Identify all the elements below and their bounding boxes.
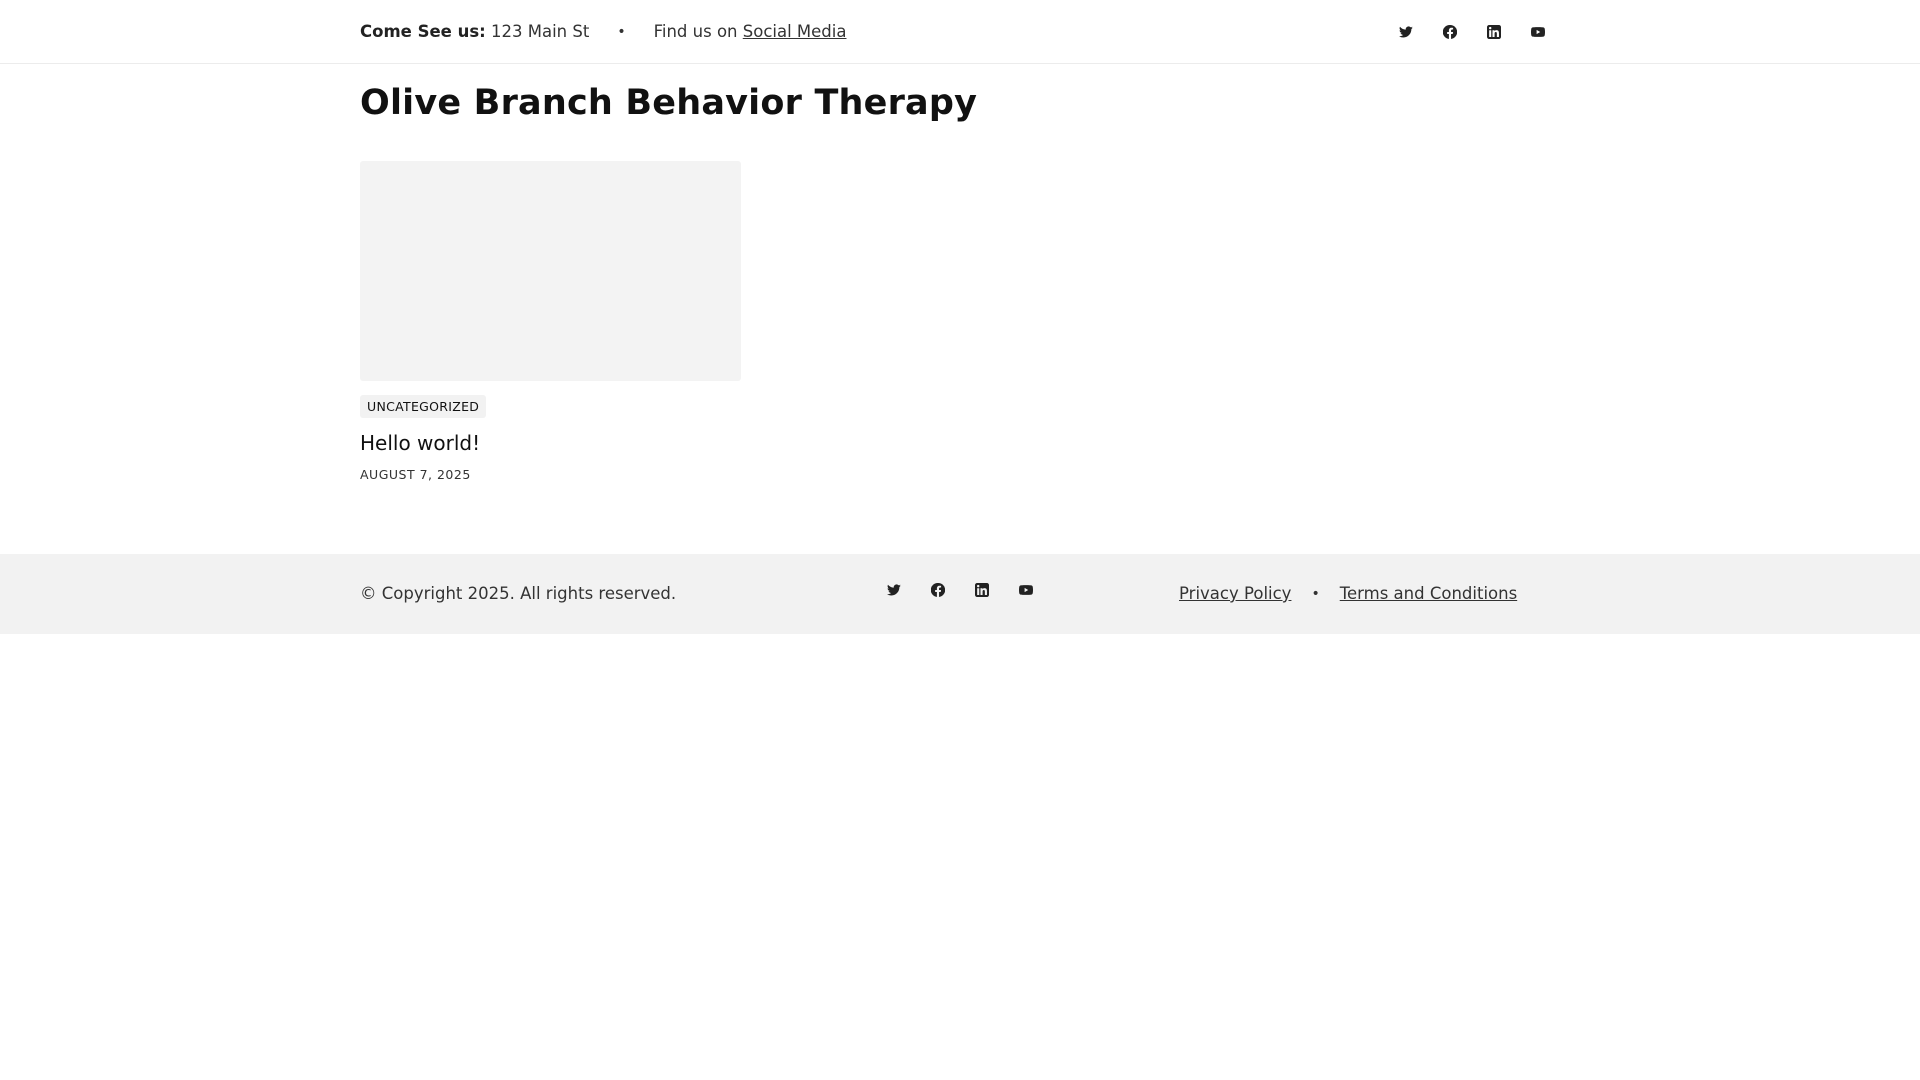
terms-link[interactable]: Terms and Conditions [1340, 554, 1517, 634]
linkedin-icon[interactable] [960, 568, 1004, 612]
post-card: UNCATEGORIZED Hello world! AUGUST 7, 202… [360, 161, 741, 482]
post-category-badge[interactable]: UNCATEGORIZED [360, 395, 487, 418]
youtube-icon[interactable] [1516, 10, 1560, 54]
header-social-icons [1384, 0, 1560, 63]
twitter-icon[interactable] [872, 568, 916, 612]
site-title[interactable]: Olive Branch Behavior Therapy [360, 64, 1560, 124]
address-label: Come See us: [360, 22, 486, 41]
separator-bullet: • [1311, 586, 1320, 602]
youtube-icon[interactable] [1004, 568, 1048, 612]
separator-bullet: • [617, 23, 626, 40]
post-thumbnail[interactable] [360, 161, 741, 381]
top-bar-info: Come See us: 123 Main St • Find us on So… [360, 22, 846, 41]
post-title[interactable]: Hello world! [360, 431, 741, 455]
footer: © Copyright 2025. All rights reserved. P… [0, 554, 1920, 634]
social-prefix: Find us on [653, 22, 738, 41]
post-date: AUGUST 7, 2025 [360, 467, 471, 482]
facebook-icon[interactable] [916, 568, 960, 612]
main-content: Olive Branch Behavior Therapy UNCATEGORI… [360, 64, 1560, 482]
copyright-text: © Copyright 2025. All rights reserved. [360, 584, 677, 603]
twitter-icon[interactable] [1384, 10, 1428, 54]
address-value: 123 Main St [491, 22, 590, 41]
top-bar: Come See us: 123 Main St • Find us on So… [0, 0, 1920, 64]
footer-social-icons [872, 568, 1048, 612]
privacy-policy-link[interactable]: Privacy Policy [1179, 554, 1291, 634]
linkedin-icon[interactable] [1472, 10, 1516, 54]
footer-links: Privacy Policy • Terms and Conditions [1179, 554, 1517, 634]
facebook-icon[interactable] [1428, 10, 1472, 54]
social-media-link[interactable]: Social Media [743, 22, 847, 41]
top-bar-inner: Come See us: 123 Main St • Find us on So… [360, 0, 1560, 63]
footer-inner: © Copyright 2025. All rights reserved. P… [360, 554, 1560, 634]
